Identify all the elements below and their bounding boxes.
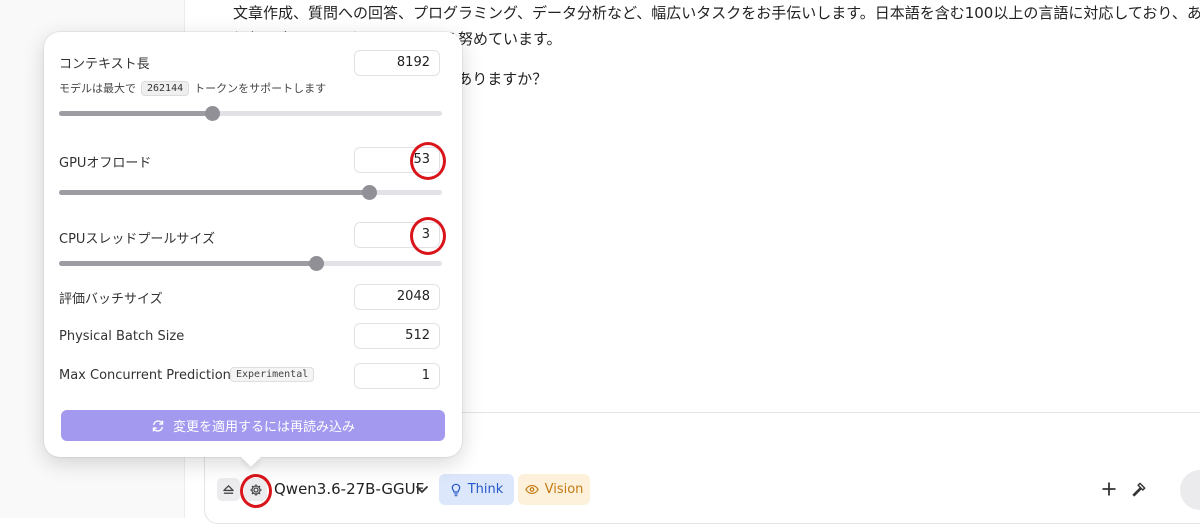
highlight-circle [410,142,446,180]
vision-label: Vision [544,482,584,497]
reload-icon [152,419,164,432]
context-length-slider[interactable] [59,106,442,121]
think-toggle[interactable]: Think [439,474,514,505]
context-length-hint: モデルは最大で 262144 トークンをサポートします [59,80,326,96]
model-selector[interactable]: Qwen3.6-27B-GGUF [274,480,424,498]
highlight-circle [410,217,446,255]
hint-prefix: モデルは最大で [59,82,136,95]
slider-thumb[interactable] [308,256,324,271]
eval-batch-size-label: 評価バッチサイズ [59,292,163,307]
slider-fill [59,261,316,266]
vision-toggle[interactable]: Vision [518,474,590,505]
gpu-offload-slider[interactable] [59,185,442,200]
add-attachment-button[interactable] [1098,478,1120,500]
eval-batch-size-input[interactable]: 2048 [354,284,440,310]
context-length-input[interactable]: 8192 [354,50,440,76]
physical-batch-size-label: Physical Batch Size [59,329,185,344]
experimental-badge: Experimental [230,367,315,382]
hammer-icon [1131,482,1145,497]
max-concurrent-label: Max Concurrent Predictions [59,368,238,383]
eye-icon [524,484,539,495]
plus-icon [1102,482,1116,496]
hint-suffix: トークンをサポートします [194,82,327,95]
cpu-thread-pool-label: CPUスレッドプールサイズ [59,232,216,247]
slider-fill [59,190,370,195]
slider-fill [59,111,213,116]
lightbulb-icon [451,483,461,496]
highlight-circle [240,474,272,508]
eject-icon [223,485,234,494]
chat-message-line: 文章作成、質問への回答、プログラミング、データ分析など、幅広いタスクをお手伝いし… [233,4,1200,22]
eject-model-button[interactable] [217,478,240,501]
gpu-offload-label: GPUオフロード [59,156,152,171]
think-label: Think [467,482,504,497]
cpu-thread-pool-slider[interactable] [59,256,442,271]
context-length-label: コンテキスト長 [59,57,150,72]
chevron-down-icon[interactable] [413,480,431,498]
reload-button-label: 変更を適用するには再読み込み [172,420,355,435]
physical-batch-size-input[interactable]: 512 [354,323,440,349]
tools-button[interactable] [1128,478,1150,500]
reload-to-apply-button[interactable]: 変更を適用するには再読み込み [61,410,445,441]
max-concurrent-input[interactable]: 1 [354,363,440,389]
max-tokens-chip: 262144 [141,80,190,96]
